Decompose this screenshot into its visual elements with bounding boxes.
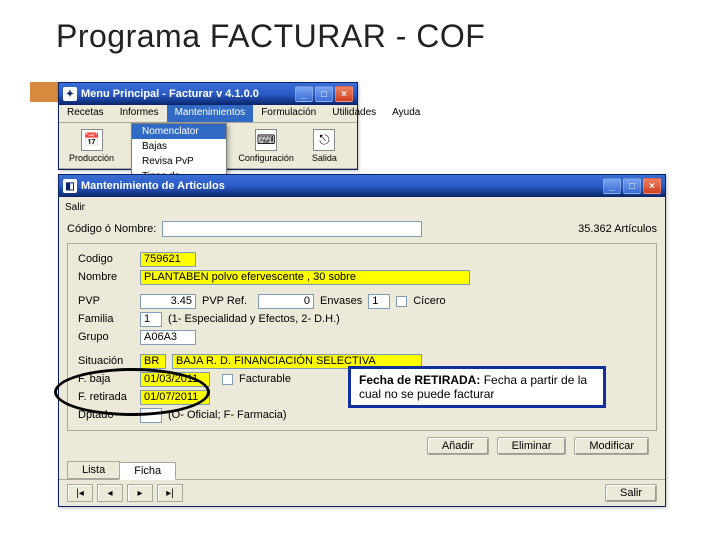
familia-label: Familia [78,313,134,325]
accent-block [30,82,58,102]
nav-prev[interactable]: ◂ [97,484,123,502]
menu-ayuda[interactable]: Ayuda [384,105,428,122]
tool-label: Producción [69,153,114,163]
grupo-label: Grupo [78,331,134,343]
familia-desc: (1- Especialidad y Efectos, 2- D.H.) [168,313,340,325]
search-input[interactable] [162,221,422,237]
dropdown-bajas[interactable]: Bajas [132,139,226,154]
pvp-label: PVP [78,295,134,307]
situacion-label: Situación [78,355,134,367]
envases-value: 1 [368,294,390,309]
nav-next[interactable]: ▸ [127,484,153,502]
menubar-main: Recetas Informes Mantenimientos Formulac… [59,105,357,123]
anadir-button[interactable]: Añadir [427,437,489,455]
menu-recetas[interactable]: Recetas [59,105,112,122]
codigo-label: Codigo [78,253,134,265]
maximize-button[interactable]: □ [315,86,333,102]
menu-informes[interactable]: Informes [112,105,167,122]
menu-mantenimientos[interactable]: Mantenimientos [167,105,254,122]
grupo-value: A06A3 [140,330,196,345]
nav-first[interactable]: |◂ [67,484,93,502]
window-body: Código ó Nombre: 35.362 Artículos Codigo… [59,215,665,461]
facturable-label: Facturable [239,373,291,385]
titlebar-mant: ◧ Mantenimiento de Artículos _ □ × [59,175,665,197]
tool-label: Configuración [238,153,294,163]
callout-bold: Fecha de RETIRADA: [359,373,480,387]
tab-ficha[interactable]: Ficha [119,462,176,480]
codigo-value: 759621 [140,252,196,267]
tab-lista[interactable]: Lista [67,461,120,479]
pvp-value: 3.45 [140,294,196,309]
window-main-menu: ✦ Menu Principal - Facturar v 4.1.0.0 _ … [58,82,358,170]
screenshot-stage: ✦ Menu Principal - Facturar v 4.1.0.0 _ … [58,82,668,482]
slide-title: Programa FACTURAR - COF [0,0,720,61]
menu-utilidades[interactable]: Utilidades [324,105,384,122]
modificar-button[interactable]: Modificar [574,437,649,455]
situacion-value: BR [140,354,166,369]
app-icon: ◧ [63,179,77,193]
nombre-label: Nombre [78,271,134,283]
button-row: Añadir Eliminar Modificar [67,431,657,457]
nombre-value: PLANTABEN polvo efervescente , 30 sobre [140,270,470,285]
article-count: 35.362 Artículos [578,223,657,235]
annotation-ellipse [54,368,210,416]
titlebar-main: ✦ Menu Principal - Facturar v 4.1.0.0 _ … [59,83,357,105]
dptado-desc: (O- Oficial; F- Farmacia) [168,409,287,421]
eliminar-button[interactable]: Eliminar [497,437,567,455]
window-mantenimiento: ◧ Mantenimiento de Artículos _ □ × Salir… [58,174,666,507]
tool-config[interactable]: ⌨ Configuración [237,125,295,167]
annotation-callout: Fecha de RETIRADA: Fecha a partir de la … [348,366,606,408]
dropdown-revisa-pvp[interactable]: Revisa PvP [132,154,226,169]
tool-produccion[interactable]: 📅 Producción [63,125,120,167]
nav-last[interactable]: ▸| [157,484,183,502]
close-button[interactable]: × [643,178,661,194]
envases-label: Envases [320,295,362,307]
cicero-checkbox[interactable] [396,296,407,307]
tabs: Lista Ficha [59,461,665,479]
pvpref-label: PVP Ref. [202,295,252,307]
keyboard-icon: ⌨ [255,129,277,151]
app-icon: ✦ [63,87,77,101]
facturable-checkbox[interactable] [222,374,233,385]
window-title: Menu Principal - Facturar v 4.1.0.0 [81,88,259,100]
cicero-label: Cícero [413,295,445,307]
exit-icon: ⎋ [313,129,335,151]
pvpref-value: 0 [258,294,314,309]
tool-label: Salida [312,153,337,163]
tool-salida[interactable]: ⎋ Salida [296,125,353,167]
close-button[interactable]: × [335,86,353,102]
minimize-button[interactable]: _ [603,178,621,194]
maximize-button[interactable]: □ [623,178,641,194]
calendar-icon: 📅 [81,129,103,151]
salir-button[interactable]: Salir [605,484,657,502]
familia-value: 1 [140,312,162,327]
menu-salir[interactable]: Salir [59,200,91,215]
search-label: Código ó Nombre: [67,223,156,235]
menu-formulacion[interactable]: Formulación [253,105,324,122]
dropdown-nomenclator[interactable]: Nomenclator [132,124,226,139]
minimize-button[interactable]: _ [295,86,313,102]
window-title: Mantenimiento de Artículos [81,180,225,192]
navbar: |◂ ◂ ▸ ▸| Salir [59,479,665,506]
